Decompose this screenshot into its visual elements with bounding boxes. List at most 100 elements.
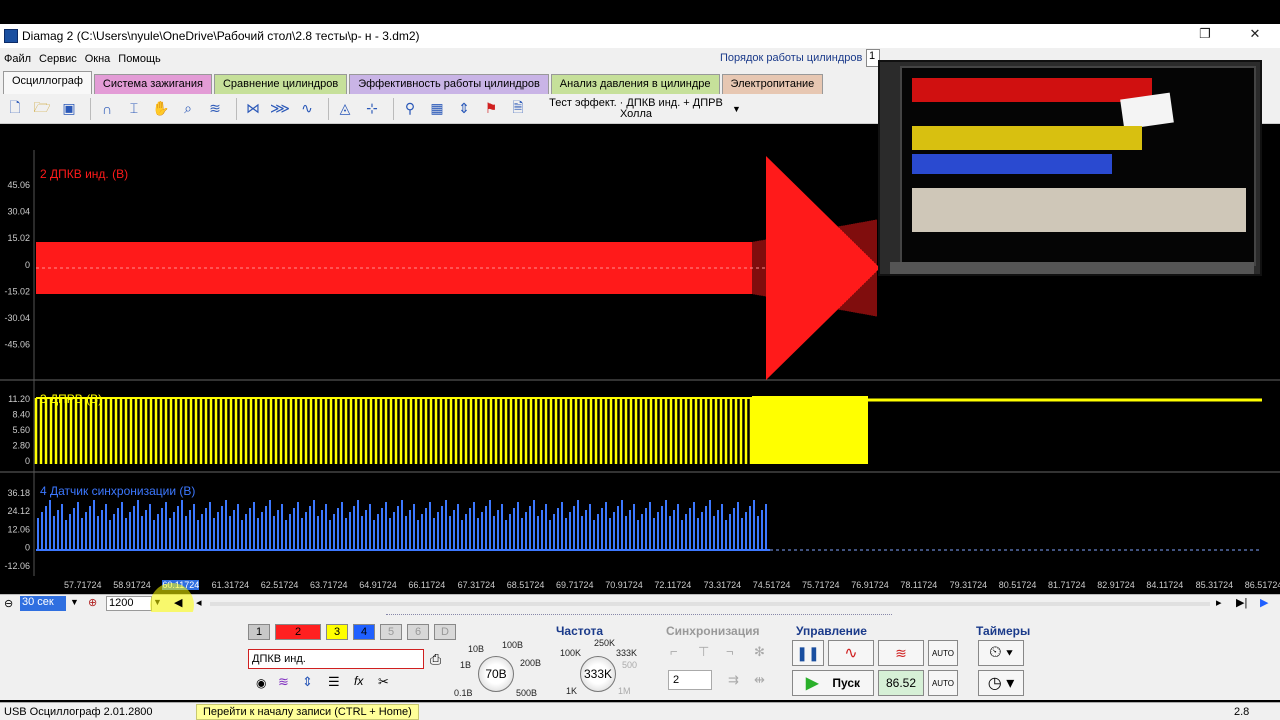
x-tick-label: 81.71724 [1048, 580, 1086, 590]
y-tick-label: -12.06 [4, 561, 30, 571]
zero-level-icon[interactable]: ⊹ [361, 98, 383, 120]
timer-1-button[interactable]: ⏲ ▾ [978, 640, 1024, 666]
scroll-right-button[interactable]: ▸ [1216, 596, 1222, 609]
menu-windows[interactable]: Окна [81, 53, 115, 65]
compare-icon[interactable]: ∿ [296, 98, 318, 120]
x-tick-label: 78.11724 [900, 580, 938, 590]
printer-icon[interactable]: ⎙ [430, 651, 441, 668]
voltage-label: 0.1В [454, 688, 473, 698]
wave-icon[interactable]: ≋ [278, 674, 289, 690]
y-tick-label: 0 [25, 456, 30, 466]
multi-wave-button[interactable]: ≋ [878, 640, 924, 666]
waveform-stack-icon[interactable]: ≋ [204, 98, 226, 120]
lines-icon[interactable]: ☰ [328, 674, 340, 690]
open-folder-icon[interactable]: 🗁 [31, 98, 53, 120]
y-tick-label: 5.60 [12, 425, 30, 435]
play-icon[interactable]: ▶ [1260, 596, 1268, 609]
channel-button-5[interactable]: 5 [380, 624, 402, 640]
channel-button-2[interactable]: 2 [275, 624, 321, 640]
sync-rising-icon[interactable]: ⌐ [670, 644, 678, 659]
restore-icon[interactable]: ❐ [1190, 26, 1220, 44]
frequency-label: 333K [616, 648, 638, 658]
frequency-label: 1M [618, 686, 631, 696]
zoom-icon[interactable]: ⌕ [177, 98, 199, 120]
single-wave-button[interactable]: ∿ [828, 640, 874, 666]
cursor-icon[interactable]: ⌶ [123, 98, 145, 120]
zoom-out-icon[interactable]: ⊖ [4, 597, 13, 610]
hand-icon[interactable]: ✋ [150, 98, 172, 120]
chevron-down-icon[interactable]: ▼ [70, 597, 79, 607]
status-tip: Перейти к началу записи (CTRL + Home) [196, 703, 419, 720]
auto-scale-icon[interactable]: ◬ [334, 98, 356, 120]
flag-icon[interactable]: ⚑ [480, 98, 502, 120]
photo-glare [1120, 92, 1174, 130]
tab-oscilloscope[interactable]: Осциллограф [3, 71, 92, 94]
status-bar: USB Осциллограф 2.01.2800 Перейти к нача… [0, 702, 1280, 720]
panel-divider [386, 614, 892, 618]
start-button[interactable]: ▶ Пуск [792, 670, 874, 696]
tab-pressure-analysis[interactable]: Анализ давления в цилиндре [550, 74, 720, 94]
document-icon[interactable]: 🗎 [507, 98, 529, 120]
eye-icon[interactable]: ◉ [256, 676, 266, 690]
points-input[interactable]: 1200 [106, 596, 152, 611]
split-icon[interactable]: ⇕ [453, 98, 475, 120]
sync-auto-icon[interactable]: ✻ [754, 644, 765, 660]
menu-file[interactable]: Файл [0, 53, 35, 65]
channel-button-6[interactable]: 6 [407, 624, 429, 640]
sensor-field[interactable]: ДПКВ инд. [248, 649, 424, 669]
record-icon[interactable]: ⊕ [88, 596, 97, 609]
y-tick-label: 30.04 [7, 207, 30, 217]
filter-icon[interactable]: ⚲ [399, 98, 421, 120]
sync-channel-select[interactable]: 2 [668, 670, 712, 690]
scroll-left-button[interactable]: ◂ [196, 596, 202, 609]
timeline-scrollbar[interactable] [210, 602, 1210, 606]
tab-cylinder-compare[interactable]: Сравнение цилиндров [213, 74, 348, 94]
close-icon[interactable]: ✕ [1240, 26, 1270, 44]
channel-button-4[interactable]: 4 [353, 624, 375, 640]
channel-button-1[interactable]: 1 [248, 624, 270, 640]
channel-button-D[interactable]: D [434, 624, 456, 640]
measure-icon[interactable]: ⋈ [242, 98, 264, 120]
sync-center-icon[interactable]: ⇹ [754, 672, 765, 688]
device-status: USB Осциллограф 2.01.2800 [4, 705, 153, 718]
tools-icon[interactable]: ✂ [378, 674, 389, 690]
save-icon[interactable]: ▣ [58, 98, 80, 120]
function-icon[interactable]: fx [354, 674, 363, 688]
y-tick-label: 0 [25, 543, 30, 553]
y-tick-label: 8.40 [12, 410, 30, 420]
x-tick-label: 74.51724 [752, 580, 791, 590]
grid-icon[interactable]: ▦ [426, 98, 448, 120]
laptop-screen-photo [900, 66, 1256, 266]
menu-help[interactable]: Помощь [114, 53, 165, 65]
go-to-end-button[interactable]: ▶| [1236, 596, 1247, 609]
frequency-dial[interactable]: 333K [580, 656, 616, 692]
y-tick-label: 2.80 [12, 441, 30, 451]
channel-button-3[interactable]: 3 [326, 624, 348, 640]
cursor-loop-icon[interactable]: ∩ [96, 98, 118, 120]
timer-2-button[interactable]: ◷ ▾ [978, 670, 1024, 696]
tab-power-supply[interactable]: Электропитание [721, 74, 824, 94]
go-to-start-button[interactable]: ◀ [174, 596, 182, 609]
auto-step-button[interactable]: AUTO [928, 670, 958, 696]
new-file-icon[interactable]: 🗋 [4, 98, 26, 120]
vertical-scale-icon[interactable]: ⇕ [302, 674, 313, 690]
sync-falling-icon[interactable]: ¬ [726, 644, 734, 659]
overlay-icon[interactable]: ⋙ [269, 98, 291, 120]
sync-shift-icon[interactable]: ⇉ [728, 672, 739, 688]
tab-cylinder-efficiency[interactable]: Эффективность работы цилиндров [349, 74, 549, 94]
chevron-down-icon[interactable]: ▼ [732, 104, 741, 114]
timebase-select[interactable]: 30 сек [20, 596, 66, 611]
pause-button[interactable]: ❚❚ [792, 640, 824, 666]
frequency-label: 100K [560, 648, 582, 658]
channel-3-dense-block [752, 396, 868, 464]
test-combo[interactable]: Тест эффект. · ДПКВ инд. + ДПРВ Холла [540, 97, 732, 120]
voltage-label: 10В [468, 644, 485, 654]
menu-service[interactable]: Сервис [35, 53, 81, 65]
voltage-dial[interactable]: 70В [478, 656, 514, 692]
app-window: Diamag 2 (C:\Users\nyule\OneDrive\Рабочи… [0, 24, 1280, 720]
x-tick-label: 79.31724 [949, 580, 988, 590]
auto-label: AUTO [931, 648, 955, 658]
sync-level-icon[interactable]: ⊤ [698, 644, 709, 660]
tab-ignition[interactable]: Система зажигания [93, 74, 212, 94]
auto-wave-button[interactable]: AUTO [928, 640, 958, 666]
